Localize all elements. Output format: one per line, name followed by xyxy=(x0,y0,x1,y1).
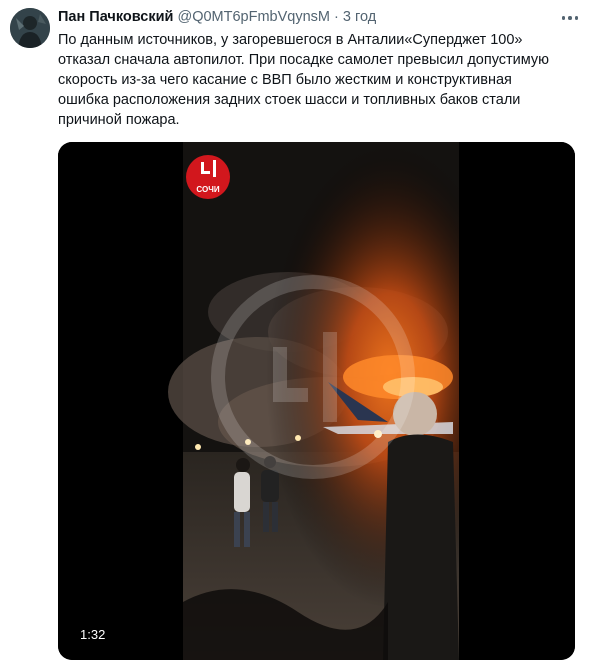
avatar[interactable] xyxy=(10,8,50,48)
tweet-text-line: По данным источников, у загоревшегося в … xyxy=(58,32,523,48)
video-duration: 1:32 xyxy=(76,626,110,643)
author-name[interactable]: Пан Пачковский xyxy=(58,9,173,25)
tweet-text-line: скорость из-за чего касание с ВВП было ж… xyxy=(58,72,512,88)
separator-dot: · xyxy=(334,9,339,25)
logo-text: СОЧИ xyxy=(196,185,219,194)
watermark-text-layer: СОЧИ xyxy=(196,185,219,194)
tweet[interactable]: Пан Пачковский @Q0MT6pFmbVqynsM · 3 год … xyxy=(0,0,592,667)
tweet-timestamp[interactable]: 3 год xyxy=(343,9,376,25)
author-handle[interactable]: @Q0MT6pFmbVqynsM xyxy=(177,9,330,25)
avatar-image xyxy=(10,8,50,48)
tweet-text-line: причиной пожара. xyxy=(58,112,180,128)
tweet-text-line: отказал сначала автопилот. При посадке с… xyxy=(58,52,550,68)
tweet-text: По данным источников, у загоревшегося в … xyxy=(58,30,578,130)
tweet-text-line: ошибка расположения задних стоек шасси и… xyxy=(58,92,521,108)
video-player[interactable]: СОЧИ 1:32 xyxy=(58,142,575,660)
tweet-header: Пан Пачковский @Q0MT6pFmbVqynsM · 3 год xyxy=(58,9,376,25)
more-horizontal-icon[interactable] xyxy=(556,8,584,28)
